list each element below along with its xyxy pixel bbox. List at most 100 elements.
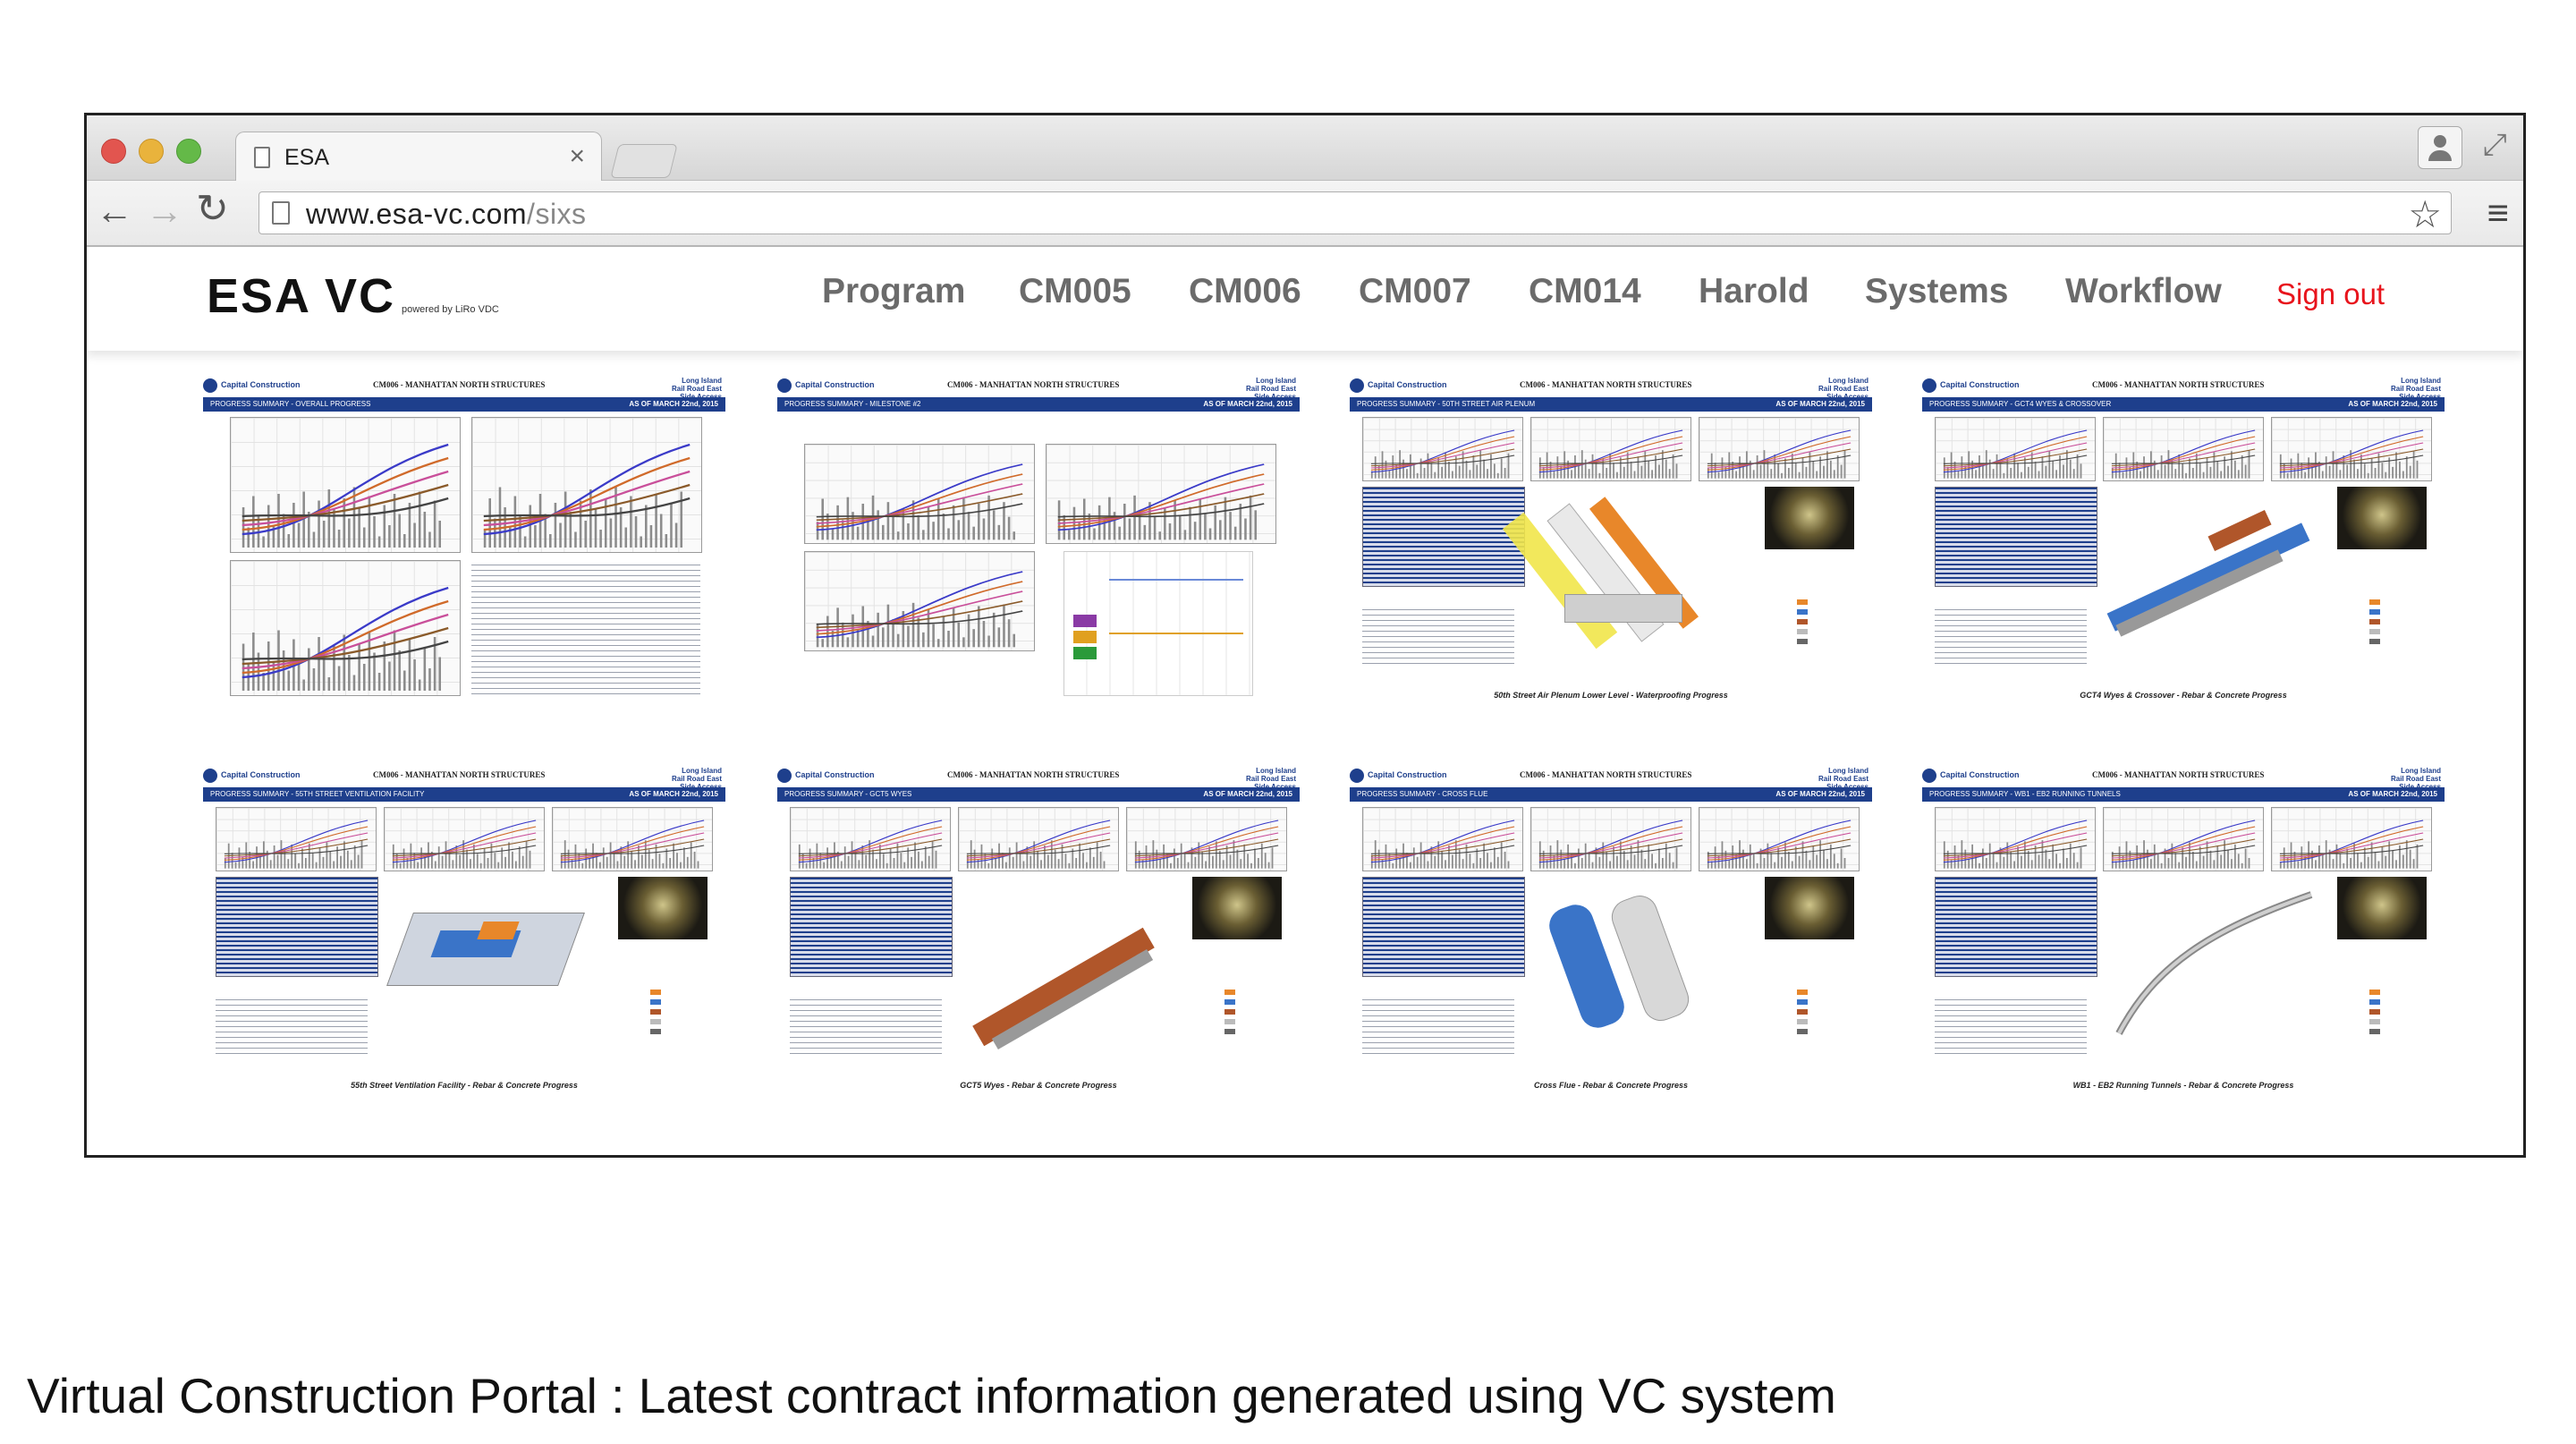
progress-chart: [2103, 417, 2264, 481]
thumb-subtitle: PROGRESS SUMMARY - 55TH STREET VENTILATI…: [210, 790, 425, 798]
site-photo: [2337, 877, 2427, 939]
thumb-header: Capital Construction CM006 - MANHATTAN NO…: [203, 766, 725, 791]
3d-model-view: [2101, 877, 2316, 1038]
thumb-caption: 55th Street Ventilation Facility - Rebar…: [351, 1081, 578, 1090]
text-notes: [216, 995, 368, 1058]
progress-chart: [384, 807, 545, 871]
thumb-date: AS OF MARCH 22nd, 2015: [2348, 400, 2437, 408]
site-photo: [618, 877, 708, 939]
progress-legend: [2369, 599, 2393, 649]
window-minimize-button[interactable]: [139, 139, 164, 164]
tab-close-icon[interactable]: ×: [569, 141, 585, 172]
report-thumbnail[interactable]: Capital Construction CM006 - MANHATTAN NO…: [203, 376, 725, 707]
browser-toolbar: ← → ↻ www.esa-vc.com/sixs ☆ ≡: [87, 181, 2523, 247]
thumb-header: Capital Construction CM006 - MANHATTAN NO…: [1922, 766, 2445, 791]
progress-chart: [1699, 807, 1860, 871]
report-thumbnail[interactable]: Capital Construction CM006 - MANHATTAN NO…: [1922, 766, 2445, 1097]
thumb-header-left: Capital Construction: [1368, 380, 1447, 389]
page-icon: [272, 201, 290, 225]
thumb-header-title: CM006 - MANHATTAN NORTH STRUCTURES: [1520, 770, 1692, 779]
thumb-header: Capital Construction CM006 - MANHATTAN NO…: [777, 376, 1300, 401]
thumb-date: AS OF MARCH 22nd, 2015: [1203, 790, 1292, 798]
quantity-table: [1362, 877, 1525, 977]
progress-chart: [552, 807, 713, 871]
url-text[interactable]: www.esa-vc.com/sixs: [306, 198, 587, 231]
progress-chart: [1126, 807, 1287, 871]
mta-logo-icon: [203, 378, 217, 393]
thumb-subtitle: PROGRESS SUMMARY - OVERALL PROGRESS: [210, 400, 371, 408]
site-photo: [1192, 877, 1282, 939]
thumb-subtitle-bar: PROGRESS SUMMARY - WB1 - EB2 RUNNING TUN…: [1922, 787, 2445, 802]
report-thumbnail[interactable]: Capital Construction CM006 - MANHATTAN NO…: [1922, 376, 2445, 707]
new-tab-button[interactable]: [610, 144, 678, 178]
report-thumbnails: Capital Construction CM006 - MANHATTAN NO…: [87, 247, 2523, 1155]
report-thumbnail[interactable]: Capital Construction CM006 - MANHATTAN NO…: [777, 766, 1300, 1097]
report-thumbnail[interactable]: Capital Construction CM006 - MANHATTAN NO…: [1350, 376, 1872, 707]
progress-chart: [230, 560, 461, 696]
progress-legend: [1797, 990, 1820, 1039]
back-button[interactable]: ←: [96, 190, 133, 233]
progress-chart: [1935, 807, 2096, 871]
thumb-header-left: Capital Construction: [1940, 770, 2020, 779]
progress-chart: [1362, 417, 1523, 481]
window-maximize-button[interactable]: [176, 139, 201, 164]
thumb-caption: WB1 - EB2 Running Tunnels - Rebar & Conc…: [2072, 1081, 2294, 1090]
thumb-caption: Cross Flue - Rebar & Concrete Progress: [1533, 1081, 1689, 1090]
thumb-subtitle-bar: PROGRESS SUMMARY - MILESTONE #2 AS OF MAR…: [777, 397, 1300, 412]
thumb-caption: 50th Street Air Plenum Lower Level - Wat…: [1494, 691, 1728, 700]
tab-bar: ESA × ⤢: [87, 115, 2523, 182]
report-thumbnail[interactable]: Capital Construction CM006 - MANHATTAN NO…: [777, 376, 1300, 707]
profile-button[interactable]: [2418, 126, 2462, 169]
thumb-subtitle: PROGRESS SUMMARY - WB1 - EB2 RUNNING TUN…: [1929, 790, 2121, 798]
browser-window: ESA × ⤢ ← → ↻ www.esa-vc.com/sixs ☆ ≡ ES…: [84, 113, 2526, 1158]
thumb-header-left: Capital Construction: [221, 770, 301, 779]
progress-chart: [1935, 417, 2096, 481]
browser-menu-icon[interactable]: ≡: [2487, 191, 2509, 234]
thumb-header-left: Capital Construction: [795, 770, 875, 779]
thumb-subtitle-bar: PROGRESS SUMMARY - CROSS FLUE AS OF MARCH…: [1350, 787, 1872, 802]
text-notes: [471, 560, 700, 694]
thumb-subtitle: PROGRESS SUMMARY - GCT5 WYES: [784, 790, 912, 798]
3d-model-view: [956, 877, 1171, 1050]
thumb-header-title: CM006 - MANHATTAN NORTH STRUCTURES: [2092, 380, 2265, 389]
report-thumbnail[interactable]: Capital Construction CM006 - MANHATTAN NO…: [203, 766, 725, 1097]
thumb-date: AS OF MARCH 22nd, 2015: [1203, 400, 1292, 408]
browser-tab[interactable]: ESA ×: [235, 132, 602, 182]
3d-model-view: [1529, 877, 1743, 1038]
thumb-header-left: Capital Construction: [1940, 380, 2020, 389]
thumb-subtitle: PROGRESS SUMMARY - GCT4 WYES & CROSSOVER: [1929, 400, 2112, 408]
thumb-subtitle-bar: PROGRESS SUMMARY - OVERALL PROGRESS AS OF…: [203, 397, 725, 412]
mta-logo-icon: [777, 378, 792, 393]
thumb-header: Capital Construction CM006 - MANHATTAN NO…: [1350, 376, 1872, 401]
thumb-subtitle-bar: PROGRESS SUMMARY - GCT4 WYES & CROSSOVER…: [1922, 397, 2445, 412]
reload-button[interactable]: ↻: [196, 186, 229, 232]
thumb-header-title: CM006 - MANHATTAN NORTH STRUCTURES: [947, 770, 1120, 779]
thumb-date: AS OF MARCH 22nd, 2015: [2348, 790, 2437, 798]
progress-chart: [804, 444, 1035, 544]
progress-chart: [1699, 417, 1860, 481]
window-close-button[interactable]: [101, 139, 126, 164]
progress-chart: [2271, 807, 2432, 871]
bookmark-star-icon[interactable]: ☆: [2408, 192, 2442, 236]
progress-legend: [1797, 599, 1820, 649]
thumb-caption: GCT4 Wyes & Crossover - Rebar & Concrete…: [2080, 691, 2287, 700]
thumb-header-title: CM006 - MANHATTAN NORTH STRUCTURES: [2092, 770, 2265, 779]
thumb-date: AS OF MARCH 22nd, 2015: [629, 400, 718, 408]
forward-button[interactable]: →: [146, 190, 183, 233]
quantity-table: [790, 877, 953, 977]
thumb-subtitle: PROGRESS SUMMARY - CROSS FLUE: [1357, 790, 1488, 798]
progress-chart: [1530, 417, 1691, 481]
thumb-subtitle-bar: PROGRESS SUMMARY - GCT5 WYES AS OF MARCH …: [777, 787, 1300, 802]
progress-legend: [650, 990, 674, 1039]
quantity-table: [216, 877, 378, 977]
report-thumbnail[interactable]: Capital Construction CM006 - MANHATTAN NO…: [1350, 766, 1872, 1097]
page-icon: [254, 147, 270, 168]
address-bar[interactable]: www.esa-vc.com/sixs ☆: [258, 191, 2452, 236]
thumb-header-title: CM006 - MANHATTAN NORTH STRUCTURES: [1520, 380, 1692, 389]
progress-chart: [804, 551, 1035, 651]
progress-chart: [216, 807, 377, 871]
person-icon: [2434, 135, 2446, 148]
thumb-header: Capital Construction CM006 - MANHATTAN NO…: [203, 376, 725, 401]
fullscreen-icon[interactable]: ⤢: [2483, 128, 2507, 163]
progress-chart: [958, 807, 1119, 871]
